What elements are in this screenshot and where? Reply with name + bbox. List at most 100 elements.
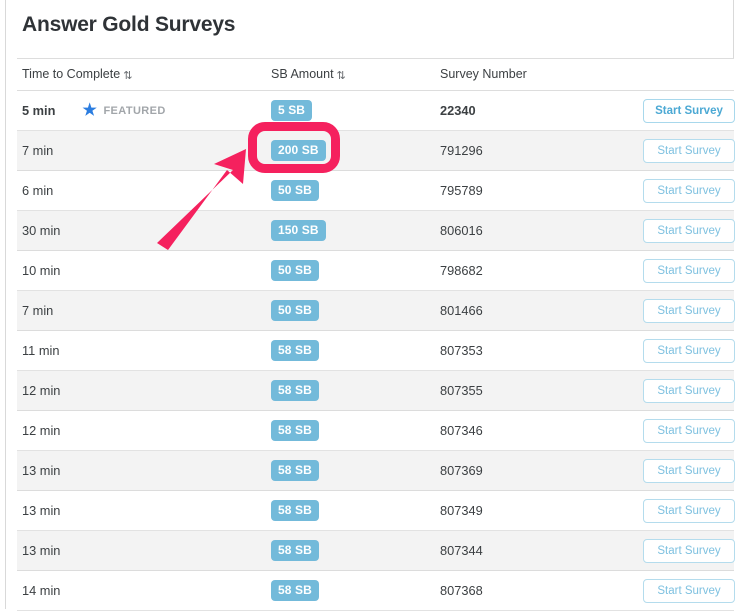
start-survey-button[interactable]: Start Survey [643, 538, 735, 563]
featured-tag: ★ FEATURED [82, 102, 166, 120]
table-row[interactable]: 13 min 58 SB 807369 Start Survey [17, 450, 735, 491]
survey-number-value: 807368 [440, 583, 483, 598]
column-header-action [638, 58, 734, 91]
survey-number-value: 798682 [440, 263, 483, 278]
column-header-label: SB Amount [271, 67, 334, 81]
survey-number-value: 807353 [440, 343, 483, 358]
surveys-page: Answer Gold Surveys Time to Complete ⇅ SB… [0, 0, 750, 611]
sb-amount-badge: 58 SB [271, 380, 319, 401]
table-header: Time to Complete ⇅ SB Amount ⇅ Survey Numb… [17, 58, 734, 91]
table-header-row: Time to Complete ⇅ SB Amount ⇅ Survey Numb… [17, 58, 734, 91]
start-survey-button[interactable]: Start Survey [643, 338, 735, 363]
survey-number-value: 795789 [440, 183, 483, 198]
start-survey-button[interactable]: Start Survey [643, 578, 735, 603]
time-to-complete-value: 11 min [22, 343, 60, 358]
cell-action: Start Survey [638, 490, 735, 531]
sb-amount-badge: 58 SB [271, 540, 319, 561]
table-row[interactable]: 6 min 50 SB 795789 Start Survey [17, 170, 735, 211]
survey-number-value: 807346 [440, 423, 483, 438]
start-survey-button[interactable]: Start Survey [643, 98, 735, 123]
column-header-label: Time to Complete [22, 67, 121, 81]
start-survey-button[interactable]: Start Survey [643, 498, 735, 523]
sb-amount-badge: 150 SB [271, 220, 326, 241]
time-to-complete-value: 13 min [22, 503, 61, 518]
time-to-complete-value: 30 min [22, 223, 61, 238]
cell-time-to-complete: 13 min [17, 490, 266, 531]
cell-sb-amount: 5 SB [266, 90, 435, 131]
time-to-complete-value: 7 min [22, 303, 54, 318]
table-row[interactable]: 7 min 200 SB 791296 Start Survey [17, 130, 735, 171]
start-survey-button[interactable]: Start Survey [643, 458, 735, 483]
start-survey-button[interactable]: Start Survey [643, 298, 735, 323]
sb-amount-badge: 58 SB [271, 460, 319, 481]
cell-sb-amount: 150 SB [266, 210, 435, 251]
sort-arrows-icon[interactable]: ⇅ [337, 71, 346, 82]
table-row[interactable]: 14 min 58 SB 807368 Start Survey [17, 570, 735, 611]
cell-survey-number: 22340 [435, 90, 638, 131]
survey-number-value: 807344 [440, 543, 483, 558]
star-icon: ★ [82, 102, 97, 120]
sb-amount-badge: 200 SB [271, 140, 326, 161]
cell-action: Start Survey [638, 530, 735, 571]
cell-action: Start Survey [638, 570, 735, 611]
cell-survey-number: 795789 [435, 170, 638, 211]
time-to-complete-value: 7 min [22, 143, 54, 158]
sort-arrows-icon[interactable]: ⇅ [123, 71, 132, 82]
sb-amount-badge: 50 SB [271, 180, 319, 201]
column-header-survey-number: Survey Number [435, 58, 638, 91]
cell-action: Start Survey [638, 210, 735, 251]
column-header-time-to-complete[interactable]: Time to Complete ⇅ [17, 58, 266, 91]
cell-action: Start Survey [638, 90, 735, 131]
cell-action: Start Survey [638, 250, 735, 291]
cell-time-to-complete: 30 min [17, 210, 266, 251]
table-row[interactable]: 7 min 50 SB 801466 Start Survey [17, 290, 735, 331]
table-row[interactable]: 13 min 58 SB 807349 Start Survey [17, 490, 735, 531]
survey-number-value: 806016 [440, 223, 483, 238]
featured-label: FEATURED [103, 105, 166, 118]
cell-time-to-complete: 10 min [17, 250, 266, 291]
sb-amount-badge: 50 SB [271, 260, 319, 281]
table-row[interactable]: 12 min 58 SB 807355 Start Survey [17, 370, 735, 411]
table-row[interactable]: 30 min 150 SB 806016 Start Survey [17, 210, 735, 251]
table-row[interactable]: 10 min 50 SB 798682 Start Survey [17, 250, 735, 291]
sb-amount-badge: 58 SB [271, 500, 319, 521]
table-row[interactable]: 11 min 58 SB 807353 Start Survey [17, 330, 735, 371]
survey-number-value: 807369 [440, 463, 483, 478]
start-survey-button[interactable]: Start Survey [643, 218, 735, 243]
cell-time-to-complete: 6 min [17, 170, 266, 211]
cell-action: Start Survey [638, 410, 735, 451]
sb-amount-badge: 58 SB [271, 580, 319, 601]
survey-number-value: 22340 [440, 103, 476, 118]
sb-amount-badge: 58 SB [271, 420, 319, 441]
cell-survey-number: 798682 [435, 250, 638, 291]
start-survey-button[interactable]: Start Survey [643, 138, 735, 163]
cell-action: Start Survey [638, 170, 735, 211]
column-header-sb-amount[interactable]: SB Amount ⇅ [266, 58, 435, 91]
table-row[interactable]: 12 min 58 SB 807346 Start Survey [17, 410, 735, 451]
table-row[interactable]: 5 min ★ FEATURED 5 SB 22340 Start Survey [17, 90, 735, 131]
cell-action: Start Survey [638, 370, 735, 411]
cell-sb-amount: 200 SB [266, 130, 435, 171]
cell-sb-amount: 58 SB [266, 450, 435, 491]
cell-action: Start Survey [638, 290, 735, 331]
table-row[interactable]: 13 min 58 SB 807344 Start Survey [17, 530, 735, 571]
cell-action: Start Survey [638, 130, 735, 171]
start-survey-button[interactable]: Start Survey [643, 418, 735, 443]
survey-number-value: 791296 [440, 143, 483, 158]
time-to-complete-value: 6 min [22, 183, 54, 198]
cell-time-to-complete: 11 min [17, 330, 266, 371]
sb-amount-badge: 58 SB [271, 340, 319, 361]
time-to-complete-value: 13 min [22, 543, 61, 558]
cell-sb-amount: 58 SB [266, 370, 435, 411]
start-survey-button[interactable]: Start Survey [643, 258, 735, 283]
start-survey-button[interactable]: Start Survey [643, 378, 735, 403]
cell-time-to-complete: 5 min ★ FEATURED [17, 90, 266, 131]
cell-action: Start Survey [638, 330, 735, 371]
cell-survey-number: 791296 [435, 130, 638, 171]
survey-number-value: 801466 [440, 303, 483, 318]
sb-amount-badge: 5 SB [271, 100, 313, 121]
cell-time-to-complete: 14 min [17, 570, 266, 611]
start-survey-button[interactable]: Start Survey [643, 178, 735, 203]
cell-action: Start Survey [638, 450, 735, 491]
cell-sb-amount: 58 SB [266, 570, 435, 611]
